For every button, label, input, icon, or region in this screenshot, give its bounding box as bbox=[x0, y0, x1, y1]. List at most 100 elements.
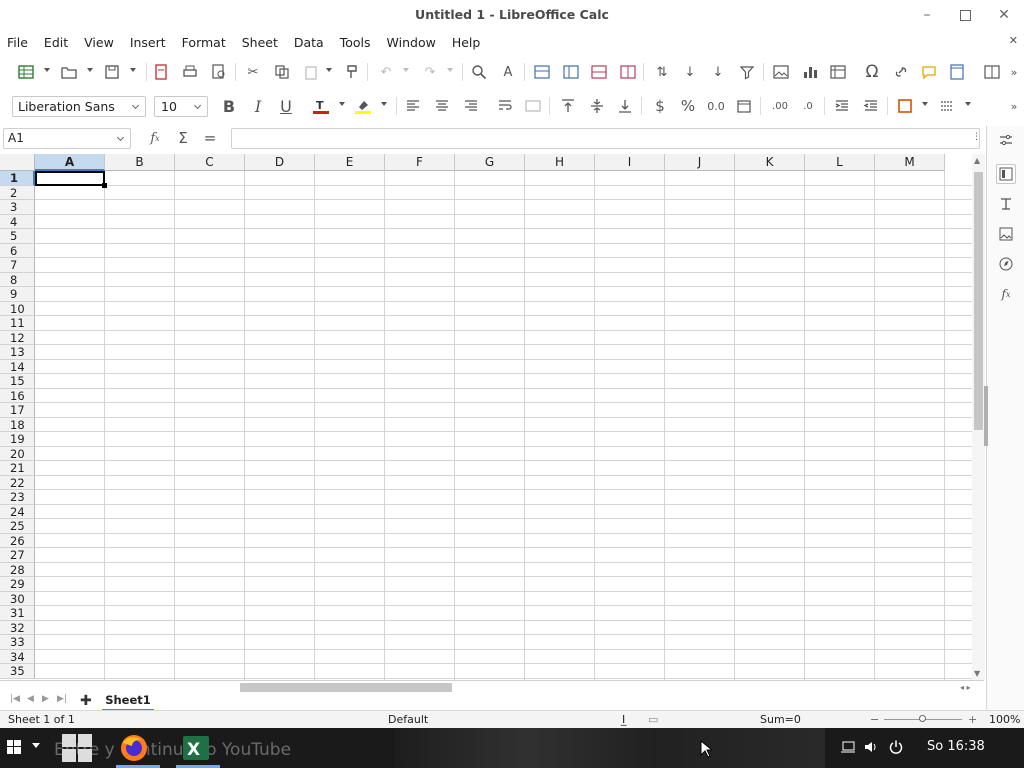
zoom-level[interactable]: 100% bbox=[989, 713, 1020, 726]
sort-ascending-icon[interactable]: ↓ bbox=[681, 63, 699, 81]
column-header-m[interactable]: M bbox=[875, 154, 945, 171]
spelling-icon[interactable]: A bbox=[499, 63, 517, 81]
function-wizard-icon[interactable]: fx bbox=[146, 129, 164, 147]
first-sheet-icon[interactable]: |◀ bbox=[10, 694, 20, 704]
row-header-20[interactable]: 20 bbox=[0, 446, 35, 461]
formula-icon[interactable]: = bbox=[201, 129, 219, 147]
increase-indent-icon[interactable] bbox=[833, 97, 851, 115]
row-header-31[interactable]: 31 bbox=[0, 606, 35, 621]
font-name-combobox[interactable]: Liberation Sans bbox=[12, 96, 146, 117]
print-icon[interactable] bbox=[181, 63, 199, 81]
row-header-9[interactable]: 9 bbox=[0, 287, 35, 302]
open-folder-icon[interactable] bbox=[60, 63, 78, 81]
redo-dropdown-arrow[interactable] bbox=[447, 68, 454, 75]
center-vertically-icon[interactable] bbox=[588, 97, 606, 115]
row-header-27[interactable]: 27 bbox=[0, 548, 35, 563]
background-color-icon[interactable] bbox=[354, 97, 372, 115]
formatting-overflow-icon[interactable]: » bbox=[1005, 97, 1023, 115]
comment-icon[interactable] bbox=[920, 63, 938, 81]
align-center-icon[interactable] bbox=[433, 97, 451, 115]
horizontal-scroll-thumb[interactable] bbox=[240, 683, 452, 692]
row-header-23[interactable]: 23 bbox=[0, 490, 35, 505]
row-header-19[interactable]: 19 bbox=[0, 432, 35, 447]
column-header-g[interactable]: G bbox=[455, 154, 525, 171]
delete-row-icon[interactable] bbox=[590, 63, 608, 81]
row-header-2[interactable]: 2 bbox=[0, 185, 35, 200]
column-icon[interactable] bbox=[562, 63, 580, 81]
row-header-17[interactable]: 17 bbox=[0, 403, 35, 418]
headers-footers-icon[interactable] bbox=[948, 63, 966, 81]
clock[interactable]: So 16:38 bbox=[927, 739, 985, 754]
column-header-d[interactable]: D bbox=[245, 154, 315, 171]
chevron-down-icon[interactable] bbox=[118, 135, 126, 141]
undo-dropdown-arrow[interactable] bbox=[403, 68, 410, 75]
row-icon[interactable] bbox=[533, 63, 551, 81]
underline-icon[interactable]: U bbox=[277, 97, 295, 116]
active-cell-cursor[interactable] bbox=[35, 171, 107, 187]
font-color-icon[interactable]: T bbox=[312, 97, 330, 115]
row-header-4[interactable]: 4 bbox=[0, 214, 35, 229]
insert-chart-icon[interactable] bbox=[801, 63, 819, 81]
page-style[interactable]: Default bbox=[388, 713, 428, 726]
decrease-indent-icon[interactable] bbox=[862, 97, 880, 115]
hyperlink-icon[interactable] bbox=[892, 63, 910, 81]
clone-formatting-icon[interactable] bbox=[343, 63, 361, 81]
add-sheet-icon[interactable]: ✚ bbox=[80, 693, 92, 709]
last-sheet-icon[interactable]: ▶| bbox=[57, 694, 67, 704]
row-header-30[interactable]: 30 bbox=[0, 591, 35, 606]
sidebar-gallery-icon[interactable] bbox=[996, 224, 1016, 244]
delete-decimal-icon[interactable]: .0 bbox=[799, 97, 817, 115]
menu-view[interactable]: View bbox=[84, 35, 114, 50]
row-header-18[interactable]: 18 bbox=[0, 417, 35, 432]
sidebar-styles-icon[interactable] bbox=[996, 194, 1016, 214]
row-header-13[interactable]: 13 bbox=[0, 345, 35, 360]
italic-icon[interactable]: I bbox=[249, 97, 267, 116]
sidebar-properties-icon[interactable] bbox=[996, 164, 1016, 184]
row-header-7[interactable]: 7 bbox=[0, 258, 35, 273]
border-style-dropdown-arrow[interactable] bbox=[965, 102, 972, 109]
horizontal-scrollbar[interactable] bbox=[240, 683, 975, 693]
copy-icon[interactable] bbox=[273, 63, 291, 81]
row-header-34[interactable]: 34 bbox=[0, 649, 35, 664]
cut-icon[interactable]: ✂ bbox=[244, 63, 262, 81]
menu-format[interactable]: Format bbox=[182, 35, 226, 50]
column-header-c[interactable]: C bbox=[175, 154, 245, 171]
menu-edit[interactable]: Edit bbox=[44, 35, 68, 50]
row-header-25[interactable]: 25 bbox=[0, 519, 35, 534]
sheet-tab-sheet1[interactable]: Sheet1 bbox=[102, 691, 154, 711]
bold-icon[interactable]: B bbox=[220, 97, 238, 116]
percent-format-icon[interactable]: % bbox=[679, 97, 697, 115]
sidebar-functions-icon[interactable]: fx bbox=[996, 284, 1016, 304]
zoom-out-icon[interactable]: − bbox=[870, 713, 879, 726]
excel-taskbar-button[interactable]: X bbox=[180, 732, 212, 764]
column-header-a[interactable]: A bbox=[35, 154, 105, 171]
row-header-22[interactable]: 22 bbox=[0, 475, 35, 490]
add-decimal-icon[interactable]: .00 bbox=[771, 97, 789, 115]
row-header-29[interactable]: 29 bbox=[0, 577, 35, 592]
row-header-11[interactable]: 11 bbox=[0, 316, 35, 331]
wrap-text-icon[interactable] bbox=[496, 97, 514, 115]
row-header-35[interactable]: 35 bbox=[0, 664, 35, 679]
row-header-6[interactable]: 6 bbox=[0, 243, 35, 258]
delete-column-icon[interactable] bbox=[619, 63, 637, 81]
selection-mode-icon[interactable]: I̲ bbox=[622, 713, 625, 726]
previous-sheet-icon[interactable]: ◀ bbox=[27, 694, 34, 704]
merge-center-icon[interactable] bbox=[524, 97, 542, 115]
column-header-e[interactable]: E bbox=[315, 154, 385, 171]
row-header-26[interactable]: 26 bbox=[0, 533, 35, 548]
redo-icon[interactable]: ↷ bbox=[421, 63, 439, 81]
sort-icon[interactable]: ⇅ bbox=[653, 63, 671, 81]
row-header-16[interactable]: 16 bbox=[0, 388, 35, 403]
row-header-12[interactable]: 12 bbox=[0, 330, 35, 345]
maximize-button[interactable] bbox=[953, 6, 977, 24]
formula-input[interactable] bbox=[231, 128, 980, 149]
row-header-32[interactable]: 32 bbox=[0, 620, 35, 635]
special-character-icon[interactable]: Ω bbox=[863, 62, 881, 82]
borders-icon[interactable] bbox=[896, 97, 914, 115]
name-box[interactable]: A1 bbox=[3, 128, 131, 149]
row-header-8[interactable]: 8 bbox=[0, 272, 35, 287]
volume-icon[interactable] bbox=[864, 740, 878, 758]
print-preview-icon[interactable] bbox=[210, 63, 228, 81]
column-header-k[interactable]: K bbox=[735, 154, 805, 171]
sort-descending-icon[interactable]: ↓ bbox=[709, 63, 727, 81]
